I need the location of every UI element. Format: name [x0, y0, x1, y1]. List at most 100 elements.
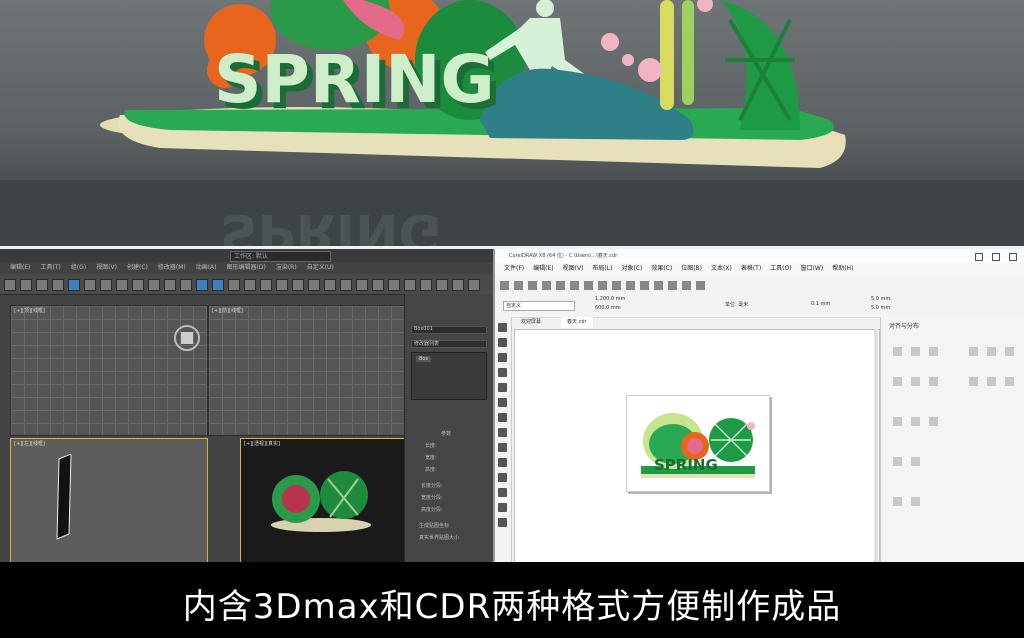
menu-item[interactable]: 图形编辑器(D)	[227, 264, 266, 271]
align-right-icon[interactable]	[929, 347, 938, 356]
menu-item[interactable]: 视图(V)	[563, 265, 584, 272]
stack-item[interactable]: Box	[416, 356, 432, 362]
menu-item[interactable]: 工具(O)	[770, 265, 791, 272]
document-page[interactable]: SPRING	[626, 395, 770, 492]
tool-icon[interactable]	[52, 279, 64, 291]
page-align-icon[interactable]	[893, 457, 902, 466]
new-icon[interactable]	[500, 281, 509, 290]
fill-tool-icon[interactable]	[498, 518, 507, 527]
distribute-icon[interactable]	[929, 377, 938, 386]
tool-icon[interactable]	[180, 279, 192, 291]
tool-icon[interactable]	[324, 279, 336, 291]
nudge-field[interactable]: 0.1 mm	[811, 301, 830, 307]
menu-item[interactable]: 文件(F)	[504, 265, 524, 272]
distribute-icon[interactable]	[1005, 377, 1014, 386]
text-align-icon[interactable]	[911, 417, 920, 426]
distribute-icon[interactable]	[893, 377, 902, 386]
shape-tool-icon[interactable]	[498, 338, 507, 347]
distribute-icon[interactable]	[911, 377, 920, 386]
page-height[interactable]: 600.0 mm	[595, 305, 621, 311]
tool-icon[interactable]	[404, 279, 416, 291]
tool-icon[interactable]	[116, 279, 128, 291]
viewport-left[interactable]: [+][左][线框]	[10, 438, 208, 562]
units-dropdown[interactable]: 单位: 毫米	[725, 301, 748, 308]
checkbox-label[interactable]: 生成贴图坐标	[419, 522, 449, 529]
align-bottom-icon[interactable]	[1005, 347, 1014, 356]
viewcube-icon[interactable]	[172, 323, 202, 353]
drawing-canvas[interactable]: SPRING	[514, 329, 880, 562]
grid-align-icon[interactable]	[893, 497, 902, 506]
text-align-icon[interactable]	[929, 417, 938, 426]
copy-icon[interactable]	[570, 281, 579, 290]
align-center-icon[interactable]	[911, 347, 920, 356]
pick-tool-icon[interactable]	[498, 323, 507, 332]
grid-align-icon[interactable]	[911, 497, 920, 506]
tool-icon[interactable]	[452, 279, 464, 291]
snap-icon[interactable]	[682, 281, 691, 290]
viewport-perspective[interactable]: [+][透视][真实]	[240, 438, 406, 562]
tab-document[interactable]: 春天.cdr	[561, 317, 593, 328]
settings-icon[interactable]	[696, 281, 705, 290]
export-icon[interactable]	[654, 281, 663, 290]
menu-item[interactable]: 视图(V)	[96, 264, 117, 271]
menu-item[interactable]: 编辑(E)	[10, 264, 30, 271]
align-left-icon[interactable]	[893, 347, 902, 356]
tool-icon[interactable]	[260, 279, 272, 291]
minimize-icon[interactable]	[975, 253, 983, 261]
object-name-field[interactable]: Box001	[411, 326, 487, 334]
menu-item[interactable]: 效果(C)	[651, 265, 672, 272]
menu-item[interactable]: 帮助(H)	[832, 265, 853, 272]
freehand-tool-icon[interactable]	[498, 383, 507, 392]
tool-icon[interactable]	[4, 279, 16, 291]
close-icon[interactable]	[1009, 253, 1017, 261]
menu-item[interactable]: 位图(B)	[681, 265, 702, 272]
tool-icon[interactable]	[420, 279, 432, 291]
page-preset-dropdown[interactable]: 自定义	[503, 301, 575, 311]
menu-item[interactable]: 动画(A)	[196, 264, 217, 271]
page-width[interactable]: 1,200.0 mm	[595, 296, 625, 302]
connector-tool-icon[interactable]	[498, 473, 507, 482]
workspace-box[interactable]: 工作区: 默认	[230, 251, 331, 262]
tool-icon[interactable]	[276, 279, 288, 291]
align-middle-icon[interactable]	[987, 347, 996, 356]
cut-icon[interactable]	[556, 281, 565, 290]
align-top-icon[interactable]	[969, 347, 978, 356]
distribute-icon[interactable]	[969, 377, 978, 386]
tool-icon[interactable]	[132, 279, 144, 291]
checkbox-label[interactable]: 真实世界贴图大小	[419, 534, 459, 541]
tool-icon[interactable]	[20, 279, 32, 291]
menu-item[interactable]: 修改器(M)	[158, 264, 186, 271]
tool-icon[interactable]	[436, 279, 448, 291]
tool-icon[interactable]	[36, 279, 48, 291]
text-tool-icon[interactable]	[498, 458, 507, 467]
search-icon[interactable]	[626, 281, 635, 290]
menu-item[interactable]: 创建(C)	[127, 264, 148, 271]
tool-icon[interactable]	[84, 279, 96, 291]
import-icon[interactable]	[640, 281, 649, 290]
menu-item[interactable]: 窗口(W)	[801, 265, 824, 272]
tool-icon[interactable]	[148, 279, 160, 291]
tool-icon[interactable]	[228, 279, 240, 291]
viewport-front[interactable]: [+][前][线框]	[174, 305, 406, 436]
menu-item[interactable]: 文本(X)	[711, 265, 732, 272]
tool-icon[interactable]	[340, 279, 352, 291]
tool-icon[interactable]	[100, 279, 112, 291]
artistic-media-icon[interactable]	[498, 398, 507, 407]
rotate-icon[interactable]	[212, 279, 224, 291]
shadow-tool-icon[interactable]	[498, 488, 507, 497]
vertical-scrollbar[interactable]	[874, 329, 878, 562]
undo-icon[interactable]	[598, 281, 607, 290]
menu-item[interactable]: 编辑(E)	[533, 265, 553, 272]
tool-icon[interactable]	[244, 279, 256, 291]
paste-icon[interactable]	[584, 281, 593, 290]
zoom-tool-icon[interactable]	[498, 368, 507, 377]
tool-icon[interactable]	[372, 279, 384, 291]
tool-icon[interactable]	[292, 279, 304, 291]
open-icon[interactable]	[514, 281, 523, 290]
eyedropper-icon[interactable]	[498, 503, 507, 512]
ellipse-tool-icon[interactable]	[498, 428, 507, 437]
tool-icon[interactable]	[468, 279, 480, 291]
tool-icon[interactable]	[308, 279, 320, 291]
maximize-icon[interactable]	[992, 253, 1000, 261]
tool-icon[interactable]	[388, 279, 400, 291]
